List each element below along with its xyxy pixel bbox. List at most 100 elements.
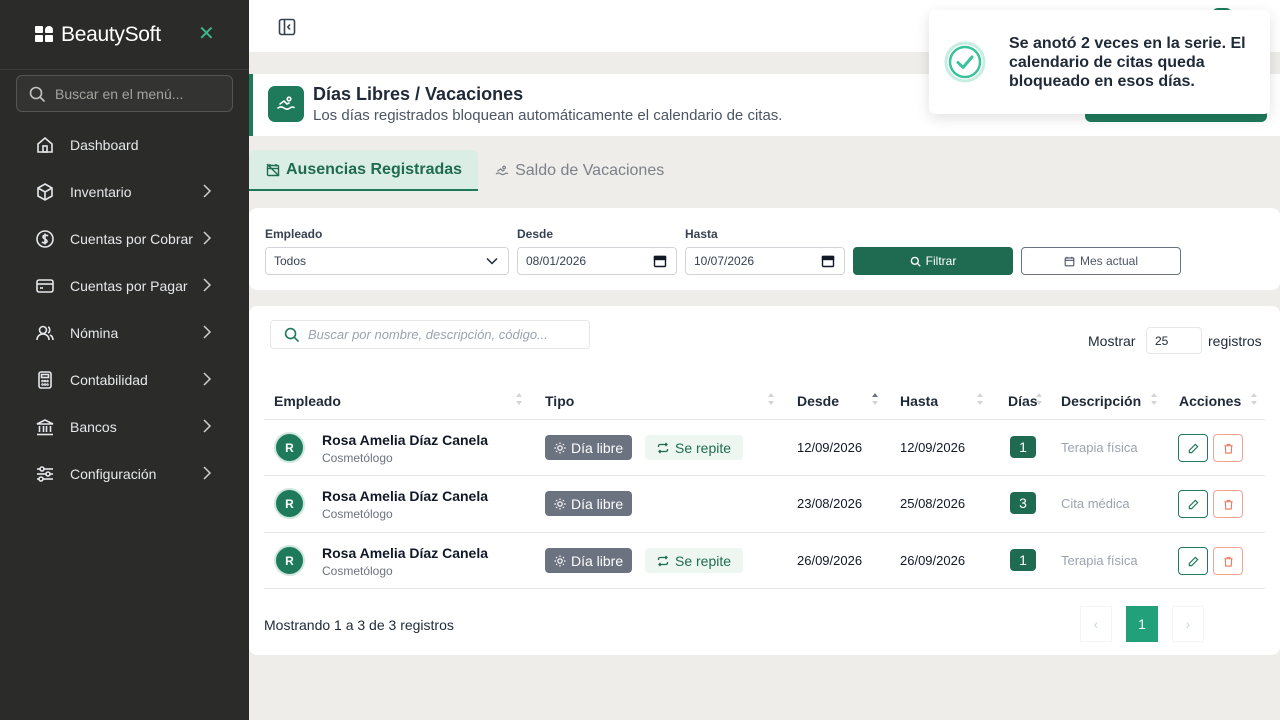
column-header-tipo[interactable]: Tipo xyxy=(545,393,574,409)
show-suffix: registros xyxy=(1208,333,1262,349)
sun-icon xyxy=(554,498,566,509)
sort-asc-icon[interactable] xyxy=(871,392,879,406)
employee-select[interactable]: Todos xyxy=(265,247,509,275)
box-icon xyxy=(35,182,55,202)
type-label: Día libre xyxy=(571,495,624,512)
table-row: R Rosa Amelia Díaz Canela Cosmetólogo Dí… xyxy=(264,533,1265,589)
page-title: Días Libres / Vacaciones xyxy=(313,84,524,104)
sort-icon[interactable] xyxy=(976,392,984,406)
days-badge: 1 xyxy=(1010,549,1036,571)
sidebar-item-nomina[interactable]: Nómina xyxy=(0,309,249,356)
delete-button[interactable] xyxy=(1213,434,1243,462)
column-header-desde[interactable]: Desde xyxy=(797,393,839,409)
next-page-button[interactable]: › xyxy=(1172,606,1204,642)
employee-select-value: Todos xyxy=(274,254,307,268)
calendar-icon[interactable] xyxy=(821,254,835,268)
employee-label: Empleado xyxy=(265,227,323,241)
sidebar-item-bancos[interactable]: Bancos xyxy=(0,403,249,450)
edit-button[interactable] xyxy=(1178,490,1208,518)
brand: BeautySoft ✕ xyxy=(0,0,249,70)
trash-icon xyxy=(1223,556,1233,567)
type-badge: Día libre xyxy=(545,548,633,573)
to-date: 25/08/2026 xyxy=(900,496,966,511)
sidebar-item-inventario[interactable]: Inventario xyxy=(0,168,249,215)
sidebar-item-cuentas-pagar[interactable]: Cuentas por Pagar xyxy=(0,262,249,309)
prev-page-button[interactable]: ‹ xyxy=(1080,606,1112,642)
sort-icon[interactable] xyxy=(1150,392,1158,406)
tabs: Ausencias Registradas Saldo de Vacacione… xyxy=(249,150,680,192)
tab-label: Saldo de Vacaciones xyxy=(515,161,665,179)
to-date-value: 10/07/2026 xyxy=(694,254,755,268)
menu-search-input[interactable] xyxy=(55,85,225,102)
table-row: R Rosa Amelia Díaz Canela Cosmetólogo Dí… xyxy=(264,420,1265,476)
tab-ausencias[interactable]: Ausencias Registradas xyxy=(249,150,479,191)
from-date-input[interactable]: 08/01/2026 xyxy=(517,247,677,275)
calendar-icon[interactable] xyxy=(653,254,667,268)
column-header-acciones: Acciones xyxy=(1179,393,1242,409)
sidebar: BeautySoft ✕ Dashboard Inventario Cuenta… xyxy=(0,0,249,720)
column-header-dias[interactable]: Días xyxy=(1008,393,1038,409)
description: Terapia física xyxy=(1061,440,1138,455)
current-month-button[interactable]: Mes actual xyxy=(1021,247,1181,275)
sidebar-item-cuentas-cobrar[interactable]: Cuentas por Cobrar xyxy=(0,215,249,262)
to-date-input[interactable]: 10/07/2026 xyxy=(685,247,845,275)
repeat-icon xyxy=(657,442,669,453)
filter-button-label: Filtrar xyxy=(925,254,957,268)
avatar: R xyxy=(274,432,305,463)
sort-icon[interactable] xyxy=(1035,392,1043,406)
brand-name: BeautySoft xyxy=(61,22,161,46)
tab-saldo[interactable]: Saldo de Vacaciones xyxy=(478,150,680,191)
column-header-descripcion[interactable]: Descripción xyxy=(1061,393,1141,409)
sun-icon xyxy=(554,442,566,453)
sun-icon xyxy=(554,555,566,566)
page-button-1[interactable]: 1 xyxy=(1126,606,1158,642)
swimmer-icon xyxy=(495,164,509,178)
sidebar-item-label: Bancos xyxy=(70,418,117,435)
filter-button[interactable]: Filtrar xyxy=(853,247,1013,275)
swimmer-icon xyxy=(268,86,304,122)
table-row: R Rosa Amelia Díaz Canela Cosmetólogo Dí… xyxy=(264,476,1265,533)
table-search xyxy=(270,320,590,349)
days-badge: 3 xyxy=(1010,492,1036,514)
toast-message: Se anotó 2 veces en la serie. El calenda… xyxy=(1009,35,1246,90)
type-label: Día libre xyxy=(571,552,624,569)
sort-icon[interactable] xyxy=(515,392,523,406)
sidebar-nav: Dashboard Inventario Cuentas por Cobrar … xyxy=(0,121,249,497)
sort-icon[interactable] xyxy=(1250,392,1258,406)
close-sidebar-icon[interactable]: ✕ xyxy=(198,22,215,46)
sliders-icon xyxy=(35,464,55,484)
search-icon xyxy=(284,327,299,342)
users-icon xyxy=(35,323,55,343)
sidebar-item-dashboard[interactable]: Dashboard xyxy=(0,121,249,168)
avatar: R xyxy=(274,545,305,576)
sidebar-item-configuracion[interactable]: Configuración xyxy=(0,450,249,497)
calendar-icon xyxy=(1064,256,1075,266)
home-icon xyxy=(35,135,55,155)
column-header-empleado[interactable]: Empleado xyxy=(274,393,341,409)
page-subtitle: Los días registrados bloquean automática… xyxy=(313,107,783,124)
chevron-right-icon xyxy=(203,466,212,480)
delete-button[interactable] xyxy=(1213,490,1243,518)
sort-icon[interactable] xyxy=(767,392,775,406)
to-label: Hasta xyxy=(685,227,718,241)
sidebar-item-contabilidad[interactable]: Contabilidad xyxy=(0,356,249,403)
success-toast: Se anotó 2 veces en la serie. El calenda… xyxy=(929,10,1270,114)
chevron-right-icon xyxy=(203,419,212,433)
current-month-label: Mes actual xyxy=(1079,254,1139,268)
credit-card-icon xyxy=(35,276,55,296)
sidebar-item-label: Cuentas por Cobrar xyxy=(70,230,193,247)
sidebar-toggle-icon[interactable] xyxy=(278,18,296,36)
sidebar-item-label: Contabilidad xyxy=(70,371,148,388)
search-icon xyxy=(29,86,45,102)
edit-button[interactable] xyxy=(1178,547,1208,575)
page-size-input[interactable] xyxy=(1146,327,1202,354)
pagination: ‹ 1 › xyxy=(1080,606,1218,642)
column-header-hasta[interactable]: Hasta xyxy=(900,393,938,409)
table-search-input[interactable] xyxy=(308,327,578,342)
to-date: 12/09/2026 xyxy=(900,440,966,455)
delete-button[interactable] xyxy=(1213,547,1243,575)
edit-button[interactable] xyxy=(1178,434,1208,462)
chevron-right-icon xyxy=(203,184,212,198)
calendar-off-icon xyxy=(266,163,280,177)
show-label: Mostrar xyxy=(1088,333,1136,349)
